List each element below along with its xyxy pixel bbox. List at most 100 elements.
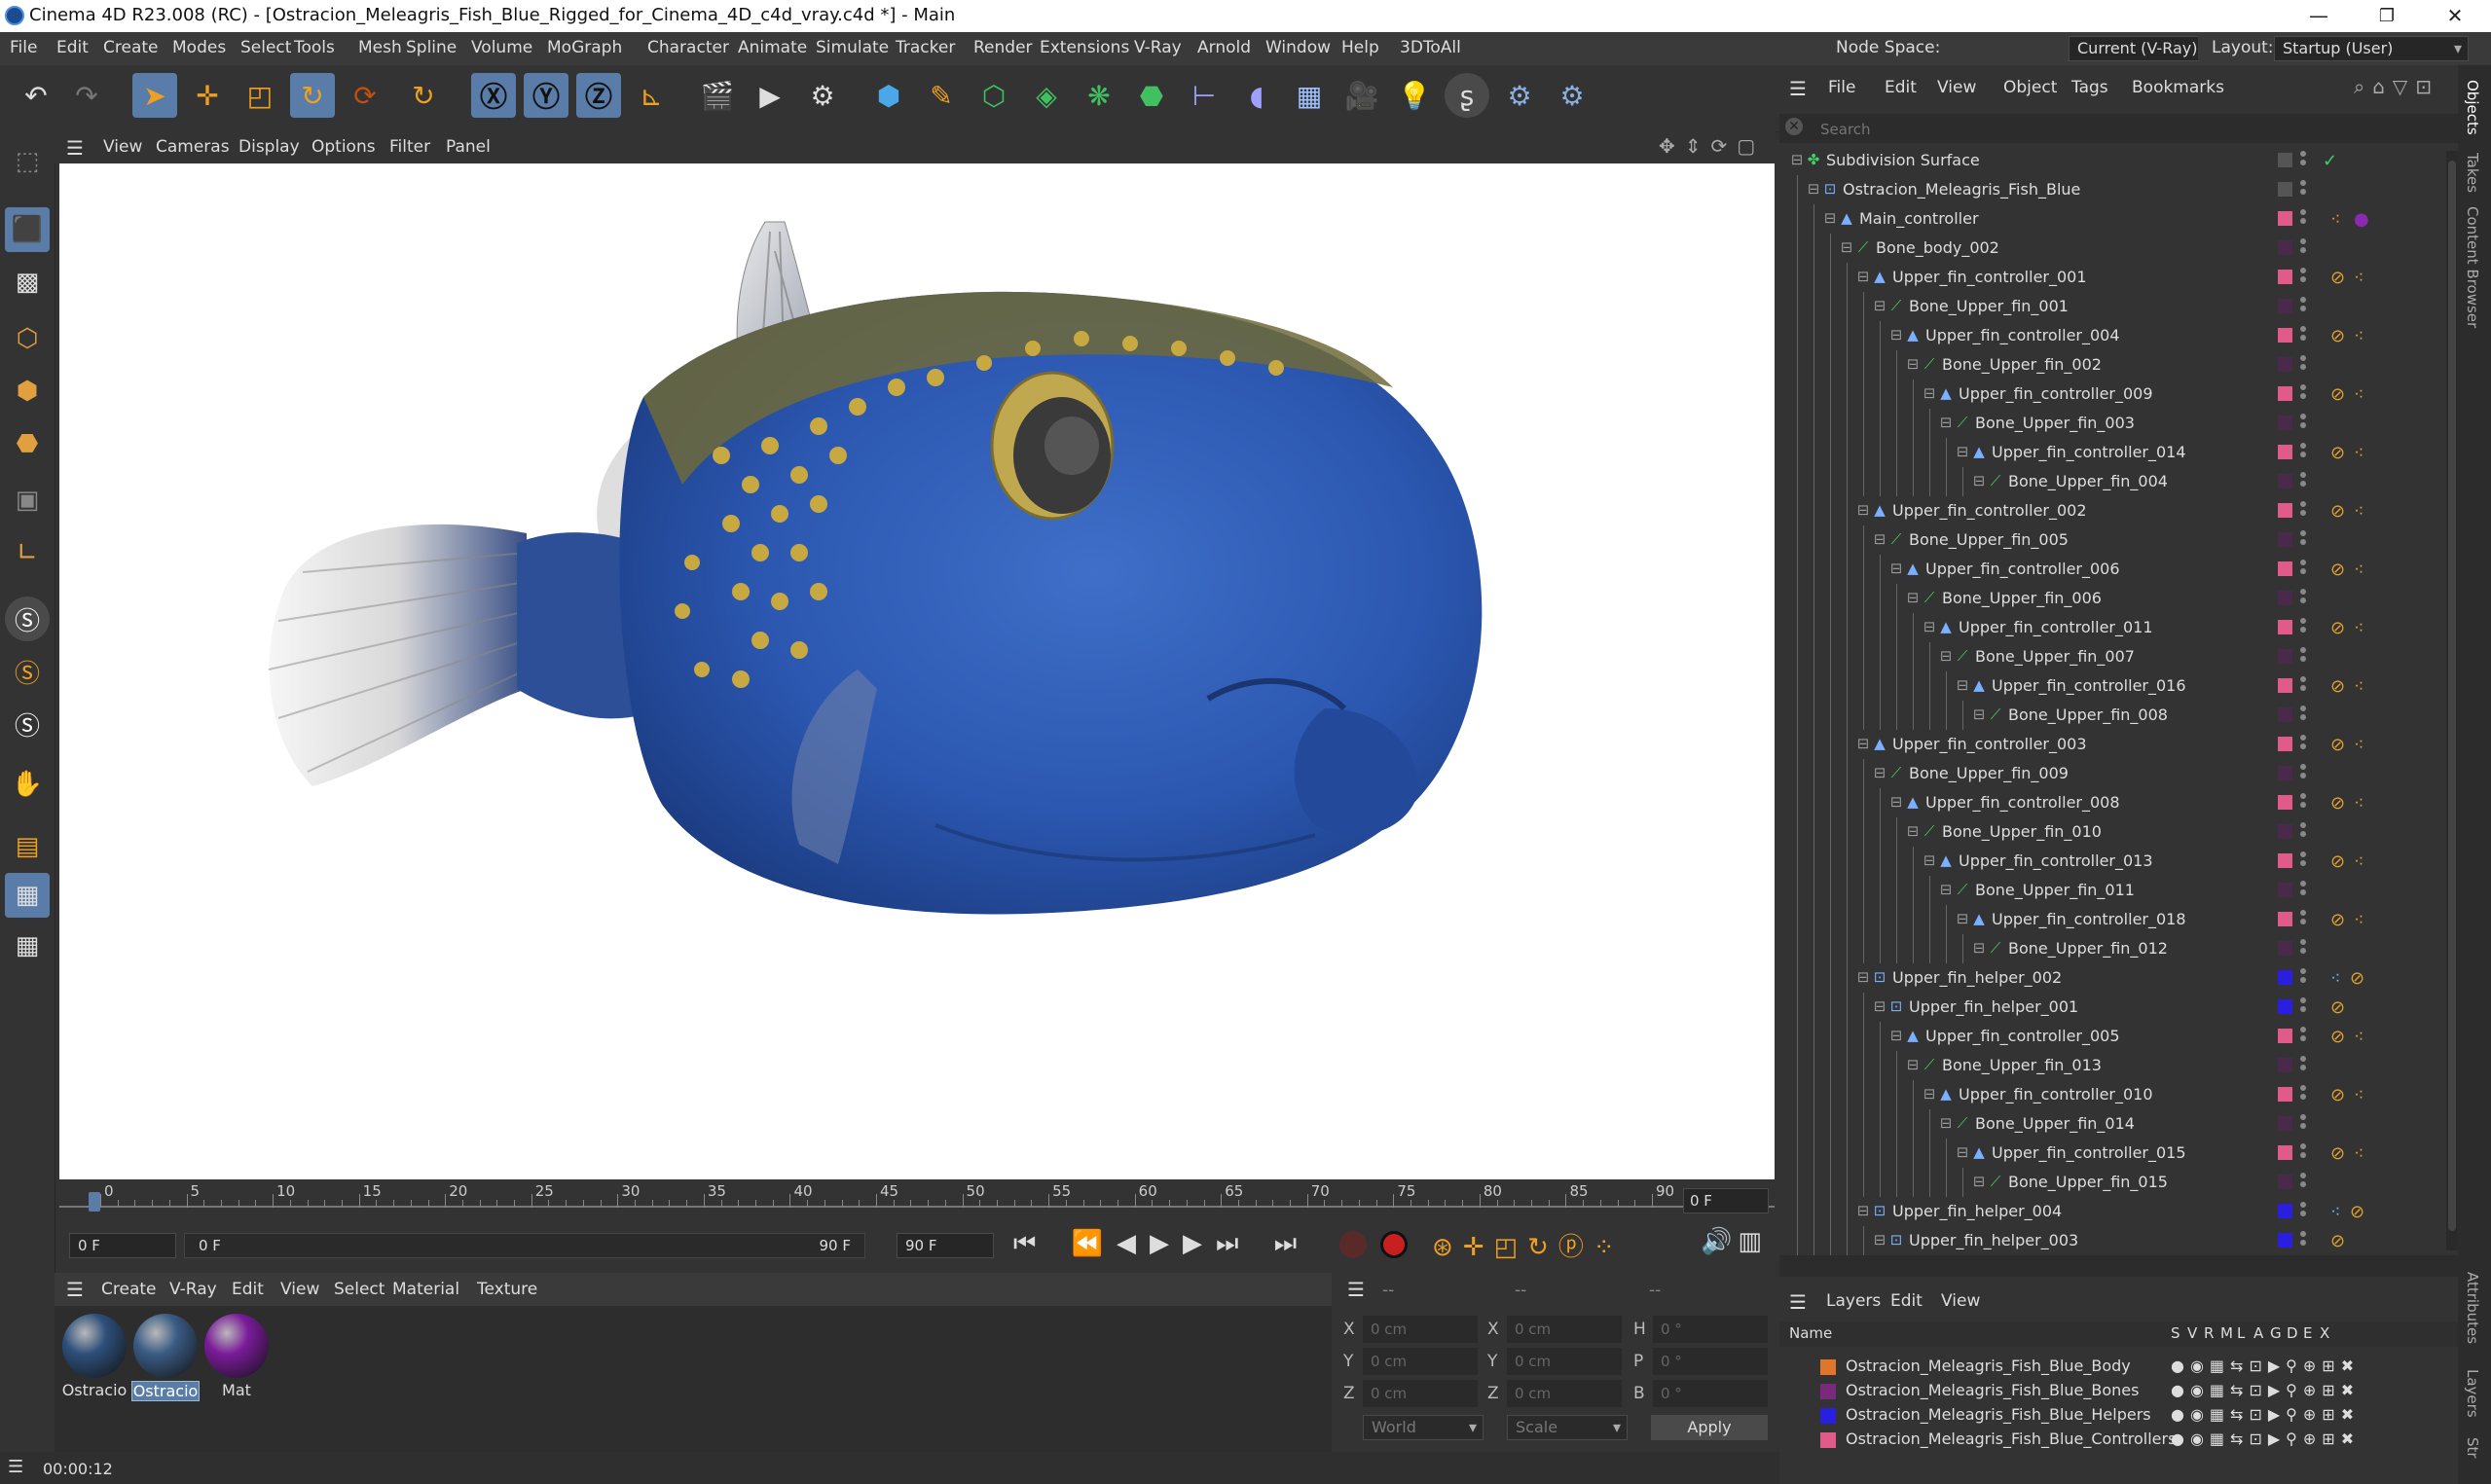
material-menu-material[interactable]: Material	[392, 1280, 459, 1299]
layer-color-swatch[interactable]	[2278, 211, 2292, 226]
layer-color-swatch[interactable]	[2278, 1145, 2292, 1160]
visibility-dots[interactable]	[2300, 1056, 2306, 1075]
edges-mode-icon[interactable]: ⬢	[5, 369, 50, 414]
object-name[interactable]: Bone_Upper_fin_008	[2008, 706, 2168, 724]
material-menu-v-ray[interactable]: V-Ray	[169, 1280, 217, 1299]
visibility-dots[interactable]	[2300, 297, 2306, 316]
viewport-nav-icons[interactable]: ✥⇕⟳▢	[1659, 134, 1771, 162]
expand-icon[interactable]: ⊟	[1971, 706, 1987, 722]
expand-icon[interactable]: ⊟	[1971, 940, 1987, 956]
material-swatch[interactable]: Ostracio	[131, 1314, 200, 1401]
end-frame-field[interactable]: 90 F	[897, 1233, 994, 1258]
render-region-icon[interactable]: 🎬	[695, 73, 740, 118]
expand-icon[interactable]: ⊟	[1971, 1174, 1987, 1189]
layer-color-swatch[interactable]	[2278, 1175, 2292, 1189]
object-name[interactable]: Bone_Upper_fin_014	[1975, 1114, 2135, 1133]
layer-color-swatch[interactable]	[1820, 1384, 1836, 1399]
layer-color-swatch[interactable]	[2278, 416, 2292, 430]
material-menu-view[interactable]: View	[280, 1280, 319, 1299]
coord-value-field[interactable]: 0 cm	[1507, 1348, 1622, 1375]
object-row[interactable]: ⊟ ▲ Upper_fin_controller_010 ⊘ ⁖	[1779, 1080, 2446, 1109]
layer-color-swatch[interactable]	[2278, 912, 2292, 926]
menu-animate[interactable]: Animate	[738, 38, 807, 57]
layer-color-swatch[interactable]	[2278, 766, 2292, 780]
object-name[interactable]: Bone_Upper_fin_002	[1942, 355, 2102, 374]
object-row[interactable]: ⊟ ▲ Upper_fin_controller_015 ⊘ ⁖	[1779, 1139, 2446, 1168]
object-name[interactable]: Bone_Upper_fin_005	[1909, 530, 2069, 549]
snap-settings-icon[interactable]: Ⓢ	[5, 649, 50, 694]
protection-tag-icon[interactable]: ⊘	[2330, 793, 2345, 814]
expand-icon[interactable]: ⊟	[1872, 531, 1887, 547]
object-menu-tags[interactable]: Tags	[2071, 78, 2108, 97]
grid-lock-icon[interactable]: ▦	[5, 873, 50, 918]
frame-range-slider[interactable]: 0 F 90 F	[184, 1233, 865, 1258]
field-icon[interactable]: ◖	[1234, 73, 1279, 118]
layers-menu-view[interactable]: View	[1941, 1291, 1980, 1311]
object-row[interactable]: ⊟ ▲ Upper_fin_controller_004 ⊘ ⁖	[1779, 321, 2446, 350]
transport-controls[interactable]: ⏮ ⏪◀▶▶⏭ ⏭	[1013, 1229, 1310, 1259]
visibility-dots[interactable]	[2300, 1085, 2306, 1104]
material-menu-create[interactable]: Create	[101, 1280, 157, 1299]
object-name[interactable]: Upper_fin_controller_011	[1959, 618, 2153, 636]
layer-row[interactable]: Ostracion_Meleagris_Fish_Blue_Bones ●◉▦⇆⊡…	[1779, 1379, 2458, 1403]
expand-icon[interactable]: ⊟	[1855, 1203, 1871, 1218]
protection-tag-icon[interactable]: ⊘	[2350, 968, 2364, 989]
constraint-tag-icon[interactable]: ⁖	[2354, 1143, 2364, 1164]
layer-color-swatch[interactable]	[2278, 1116, 2292, 1131]
protection-tag-icon[interactable]: ⊘	[2330, 268, 2345, 288]
object-name[interactable]: Subdivision Surface	[1826, 151, 1980, 169]
layer-color-swatch[interactable]	[2278, 328, 2292, 343]
deformer-icon[interactable]: ⊢	[1182, 73, 1227, 118]
menu-character[interactable]: Character	[647, 38, 729, 57]
constraint-tag-icon[interactable]: ⁖	[2354, 735, 2364, 755]
hamburger-icon[interactable]: ☰	[1789, 77, 1807, 100]
protection-tag-icon[interactable]: ⊘	[2330, 997, 2345, 1018]
constraint-tag-icon[interactable]: ⁖	[2354, 443, 2364, 463]
protection-tag-icon[interactable]: ⊘	[2330, 1143, 2345, 1164]
object-name[interactable]: Upper_fin_controller_018	[1992, 910, 2186, 928]
object-row[interactable]: ⊟ ▲ Main_controller ⁖ ●	[1779, 204, 2446, 234]
floor-icon[interactable]: ▦	[1287, 73, 1332, 118]
visibility-dots[interactable]	[2300, 1173, 2306, 1192]
python-icon[interactable]: ⚙	[1497, 73, 1542, 118]
layer-color-swatch[interactable]	[2278, 561, 2292, 576]
viewport-menu-display[interactable]: Display	[238, 137, 300, 157]
visibility-dots[interactable]	[2300, 443, 2306, 462]
visibility-dots[interactable]	[2300, 676, 2306, 696]
layer-color-swatch[interactable]	[2278, 386, 2292, 401]
layout-dropdown[interactable]: Startup (User)	[2274, 36, 2469, 61]
layer-row[interactable]: Ostracion_Meleagris_Fish_Blue_Controller…	[1779, 1428, 2458, 1452]
object-name[interactable]: Bone_Upper_fin_011	[1975, 881, 2135, 899]
expand-icon[interactable]: ⊟	[1872, 998, 1887, 1014]
layer-toggle-icons[interactable]: ●◉▦⇆⊡▶⚲⊕⊞✖	[2171, 1381, 2360, 1399]
layer-name[interactable]: Ostracion_Meleagris_Fish_Blue_Body	[1846, 1357, 2131, 1375]
layer-color-swatch[interactable]	[2278, 999, 2292, 1014]
layer-color-swatch[interactable]	[2278, 591, 2292, 605]
viewport-menu-view[interactable]: View	[103, 137, 142, 157]
material-menu-texture[interactable]: Texture	[477, 1280, 537, 1299]
expand-icon[interactable]: ⊟	[1905, 590, 1921, 605]
object-name[interactable]: Bone_Upper_fin_012	[2008, 939, 2168, 958]
protection-tag-icon[interactable]: ⊘	[2350, 1202, 2364, 1222]
python-script-icon[interactable]: ⚙	[1550, 73, 1594, 118]
object-name[interactable]: Bone_Upper_fin_010	[1942, 822, 2102, 841]
model-mode-icon[interactable]: ⬛	[5, 207, 50, 252]
layer-color-swatch[interactable]	[1820, 1408, 1836, 1424]
coord-value-field[interactable]: 0 °	[1653, 1348, 1768, 1375]
expand-icon[interactable]: ⊟	[1955, 677, 1970, 693]
visibility-dots[interactable]	[2300, 647, 2306, 667]
visibility-dots[interactable]	[2300, 793, 2306, 813]
visibility-dots[interactable]	[2300, 472, 2306, 491]
visibility-dots[interactable]	[2300, 268, 2306, 287]
move-select-icon[interactable]: ➤	[132, 73, 177, 118]
menu-edit[interactable]: Edit	[56, 38, 89, 57]
object-name[interactable]: Upper_fin_controller_008	[1925, 793, 2120, 812]
object-name[interactable]: Upper_fin_helper_004	[1892, 1202, 2062, 1220]
visibility-dots[interactable]	[2300, 822, 2306, 842]
menu-extensions[interactable]: Extensions	[1040, 38, 1129, 57]
timeline-ruler[interactable]: 0 F 0 5 10 15 20 25 30 35 40 45 50 55 60 65 70 75 80 85 90	[59, 1182, 1775, 1217]
object-name[interactable]: Bone_Upper_fin_007	[1975, 647, 2135, 666]
expand-icon[interactable]: ⊟	[1855, 736, 1871, 751]
expand-icon[interactable]: ⊟	[1938, 1115, 1954, 1131]
cube-icon[interactable]: ⬢	[866, 73, 911, 118]
